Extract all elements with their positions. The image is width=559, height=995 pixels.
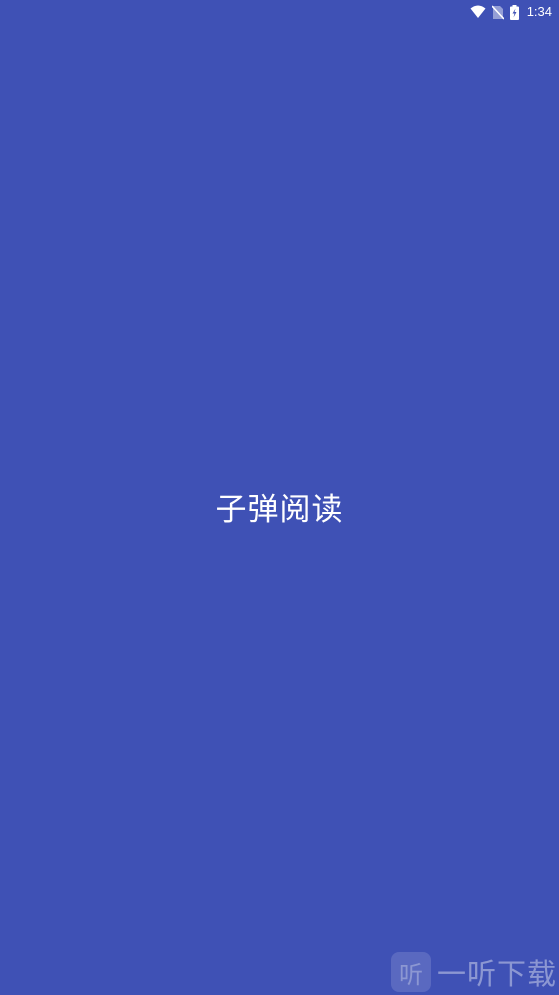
status-bar: 1:34: [0, 0, 559, 24]
app-name-title: 子弹阅读: [215, 492, 344, 528]
splash-screen: 1:34 子弹阅读 听 一听下载: [0, 0, 559, 995]
watermark-logo-icon: 听: [390, 952, 431, 992]
status-icons: 1:34: [470, 3, 552, 21]
battery-charging-icon: [509, 4, 519, 20]
watermark: 听 一听下载: [390, 950, 557, 994]
wifi-icon: [470, 5, 486, 19]
watermark-text: 一听下载: [436, 957, 557, 991]
status-clock: 1:34: [526, 4, 552, 19]
no-sim-icon: [491, 4, 504, 20]
